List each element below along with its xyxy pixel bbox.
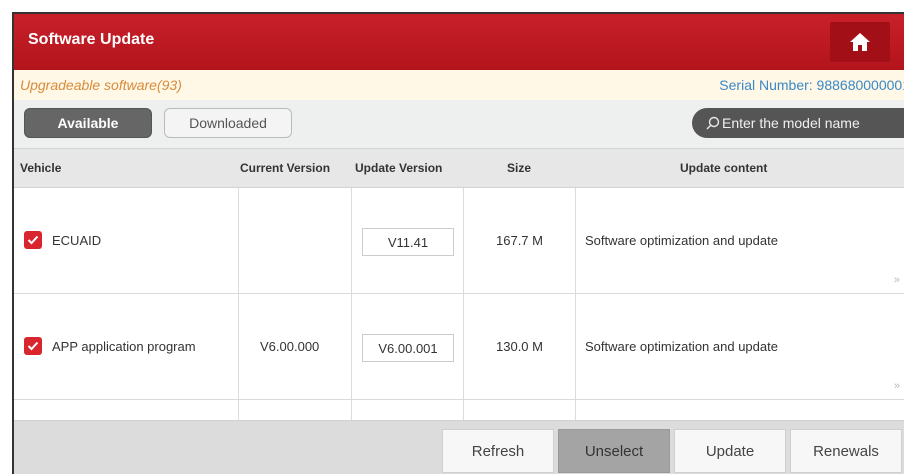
checkmark-icon <box>27 341 39 351</box>
update-version-field: V11.41 <box>362 228 454 256</box>
column-divider <box>463 400 464 420</box>
update-button[interactable]: Update <box>674 429 786 473</box>
column-divider <box>575 188 576 293</box>
vehicle-name: APP application program <box>52 339 196 354</box>
column-divider <box>575 294 576 399</box>
vehicle-name: ECUAID <box>52 233 102 248</box>
search-placeholder: Enter the model name <box>722 115 860 131</box>
refresh-button[interactable]: Refresh <box>442 429 554 473</box>
upgradeable-count-label: Upgradeable software(93) <box>20 77 182 93</box>
filter-bar: Available Downloaded Enter the model nam… <box>14 100 904 148</box>
column-divider <box>238 188 239 293</box>
table-row[interactable]: APP application program V6.00.000 V6.00.… <box>14 294 904 400</box>
column-header-update-version: Update Version <box>355 161 443 175</box>
column-divider <box>351 294 352 399</box>
column-divider <box>351 188 352 293</box>
update-content-text: Software optimization and update <box>585 339 778 354</box>
column-header-vehicle: Vehicle <box>20 161 62 175</box>
home-button[interactable] <box>830 22 890 62</box>
column-divider <box>238 294 239 399</box>
table-header: Vehicle Current Version Update Version S… <box>14 148 904 188</box>
size-value: 130.0 M <box>496 339 543 354</box>
column-divider <box>351 400 352 420</box>
column-header-current-version: Current Version <box>240 161 331 175</box>
unselect-button[interactable]: Unselect <box>558 429 670 473</box>
column-divider <box>238 400 239 420</box>
table-row-partial <box>14 400 904 420</box>
expand-more-icon[interactable]: » <box>894 274 900 286</box>
expand-more-icon[interactable]: » <box>894 380 900 392</box>
renewals-button[interactable]: Renewals <box>790 429 902 473</box>
page-title: Software Update <box>28 31 155 48</box>
bottom-action-bar: Refresh Unselect Update Renewals <box>14 420 904 474</box>
home-icon <box>850 33 870 51</box>
search-icon <box>706 116 720 130</box>
title-bar: Software Update <box>14 14 904 70</box>
update-version-field: V6.00.001 <box>362 334 454 362</box>
column-divider <box>575 400 576 420</box>
current-version: V6.00.000 <box>260 339 320 354</box>
serial-number-label: Serial Number: 988680000001 <box>719 77 904 93</box>
column-divider <box>463 294 464 399</box>
update-content-text: Software optimization and update <box>585 233 778 248</box>
column-divider <box>463 188 464 293</box>
column-header-size: Size <box>507 161 532 175</box>
tab-downloaded[interactable]: Downloaded <box>164 108 292 138</box>
size-value: 167.7 M <box>496 233 543 248</box>
row-checkbox[interactable] <box>24 231 42 249</box>
search-input[interactable]: Enter the model name <box>692 108 904 138</box>
row-checkbox[interactable] <box>24 337 42 355</box>
software-update-screen: Software Update Upgradeable software(93)… <box>12 12 904 474</box>
column-header-update-content: Update content <box>680 161 768 175</box>
info-bar: Upgradeable software(93) Serial Number: … <box>14 70 904 100</box>
tab-available[interactable]: Available <box>24 108 152 138</box>
checkmark-icon <box>27 235 39 245</box>
table-row[interactable]: ECUAID V11.41 167.7 M Software optimizat… <box>14 188 904 294</box>
